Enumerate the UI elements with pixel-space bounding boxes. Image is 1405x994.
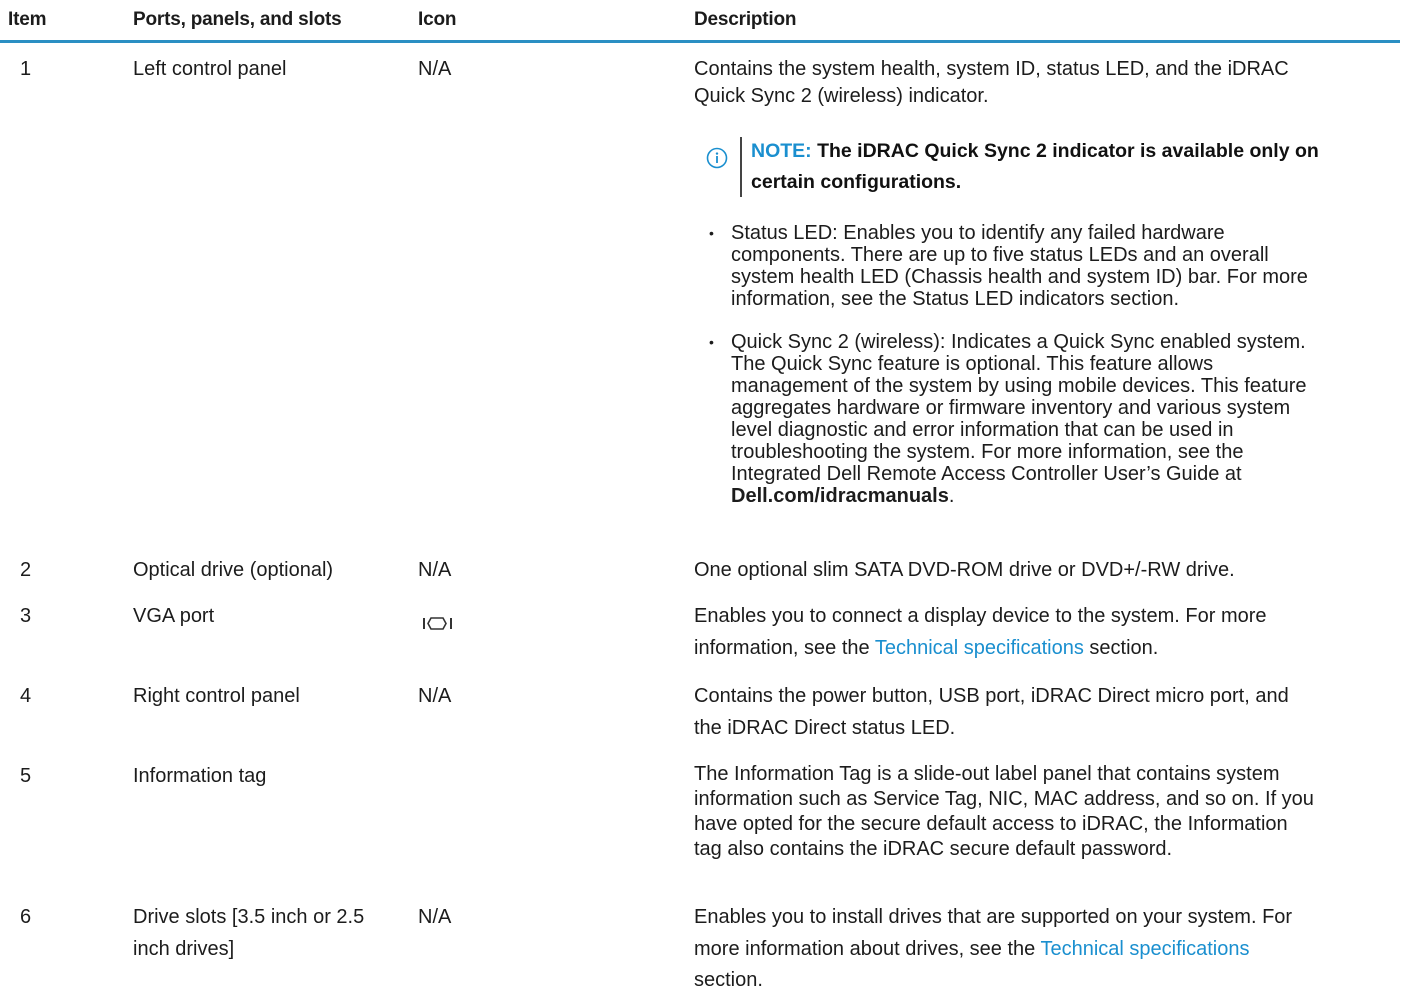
row-item-number: 5 (20, 765, 32, 787)
note-divider (740, 137, 742, 197)
bullet-line: Quick Sync 2 (wireless): Indicates a Qui… (731, 331, 1306, 353)
header-item: Item (8, 9, 47, 30)
row-port-name: VGA port (133, 605, 215, 627)
row-description-line: Contains the system health, system ID, s… (694, 58, 1289, 80)
row-description-line: the iDRAC Direct status LED. (694, 717, 956, 739)
info-circle-icon (706, 147, 728, 169)
row-description-line: have opted for the secure default access… (694, 813, 1288, 835)
bullet-line: troubleshooting the system. For more inf… (731, 441, 1244, 463)
bullet-line: management of the system by using mobile… (731, 375, 1307, 397)
row-description-line: Enables you to install drives that are s… (694, 906, 1293, 928)
bullet-dot: • (709, 334, 714, 350)
row-description-line: tag also contains the iDRAC secure defau… (694, 838, 1173, 860)
bullet-line: The Quick Sync feature is optional. This… (731, 353, 1214, 375)
bullet-line: components. There are up to five status … (731, 244, 1269, 266)
row-description-line: Enables you to connect a display device … (694, 605, 1267, 627)
bullet-dot: • (709, 225, 714, 241)
header-rule (0, 40, 1400, 43)
manuals-link: Dell.com/idracmanuals (731, 485, 949, 507)
bullet-line: aggregates hardware or firmware inventor… (731, 397, 1291, 419)
note-text: The iDRAC Quick Sync 2 indicator is avai… (817, 140, 1319, 162)
desc-text: information, see the (694, 637, 875, 659)
row-port-name: Information tag (133, 765, 267, 787)
row-description-line: Quick Sync 2 (wireless) indicator. (694, 85, 989, 107)
row-port-name-line: inch drives] (133, 938, 235, 960)
row-description-line: more information about drives, see the T… (694, 936, 1249, 963)
ports-table: Item Ports, panels, and slots Icon Descr… (0, 0, 1405, 992)
row-icon-text: N/A (418, 685, 452, 707)
technical-specifications-link[interactable]: Technical specifications (875, 637, 1084, 659)
bullet-line: Dell.com/idracmanuals. (731, 485, 954, 507)
row-description-line: The Information Tag is a slide-out label… (694, 763, 1280, 785)
row-item-number: 1 (20, 58, 32, 80)
header-description: Description (694, 9, 797, 30)
period: . (948, 485, 955, 507)
row-item-number: 2 (20, 559, 32, 581)
row-description-line: information, see the Technical specifica… (694, 635, 1158, 662)
bullet-line: level diagnostic and error information t… (731, 419, 1234, 441)
row-port-name-line: Drive slots [3.5 inch or 2.5 (133, 906, 365, 928)
bullet-line: system health LED (Chassis health and sy… (731, 266, 1308, 288)
row-icon-text: N/A (418, 906, 452, 928)
row-icon-text: N/A (418, 58, 452, 80)
technical-specifications-link[interactable]: Technical specifications (1040, 938, 1249, 960)
row-description: One optional slim SATA DVD-ROM drive or … (694, 559, 1235, 581)
bullet-line: Integrated Dell Remote Access Controller… (731, 463, 1242, 485)
row-port-name: Left control panel (133, 58, 287, 80)
row-description-line: information such as Service Tag, NIC, MA… (694, 788, 1314, 810)
note-line-1: NOTE: The iDRAC Quick Sync 2 indicator i… (751, 137, 1319, 165)
row-icon-text: N/A (418, 559, 452, 581)
row-item-number: 4 (20, 685, 32, 707)
bullet-line: information, see the Status LED indicato… (731, 288, 1180, 310)
vga-port-icon (423, 617, 452, 630)
row-description-line: Contains the power button, USB port, iDR… (694, 685, 1289, 707)
row-item-number: 6 (20, 906, 32, 928)
desc-text: more information about drives, see the (694, 938, 1041, 960)
desc-text: section. (1083, 637, 1159, 659)
note-line-2: certain configurations. (751, 171, 962, 193)
header-ports: Ports, panels, and slots (133, 9, 342, 30)
row-port-name: Right control panel (133, 685, 300, 707)
row-description-line: section. (694, 969, 763, 991)
note-label: NOTE: (751, 140, 812, 162)
row-item-number: 3 (20, 605, 32, 627)
bullet-line: Status LED: Enables you to identify any … (731, 222, 1225, 244)
row-port-name: Optical drive (optional) (133, 559, 334, 581)
header-icon: Icon (418, 9, 457, 30)
